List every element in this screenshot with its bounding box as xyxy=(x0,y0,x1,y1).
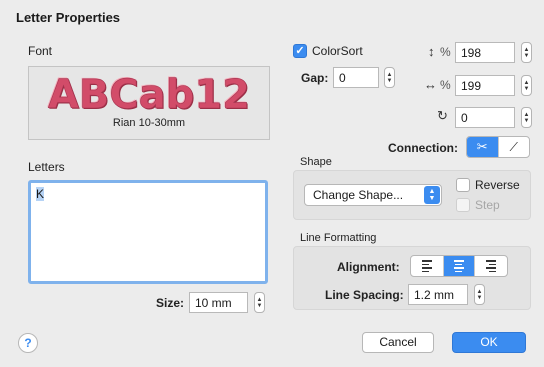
line-icon: ⟋ xyxy=(509,139,518,154)
letters-textarea[interactable]: K xyxy=(28,180,268,284)
height-pct-field[interactable]: 198 xyxy=(455,42,515,63)
line-spacing-label: Line Spacing: xyxy=(325,288,404,302)
width-pct-symbol: % xyxy=(440,78,451,92)
rotation-field[interactable]: 0 xyxy=(455,107,515,128)
reverse-checkbox[interactable] xyxy=(456,178,470,192)
letters-label: Letters xyxy=(28,160,65,174)
font-preview-sample: ABCab12 xyxy=(47,72,251,118)
step-label: Step xyxy=(475,198,500,212)
size-field[interactable]: 10 mm xyxy=(189,292,248,313)
stepper-down-icon: ▼ xyxy=(523,52,530,59)
scissors-icon: ✂ xyxy=(476,139,488,154)
stepper-down-icon: ▼ xyxy=(523,85,530,92)
gap-stepper[interactable]: ▲ ▼ xyxy=(384,67,395,88)
stepper-down-icon: ▼ xyxy=(386,77,393,84)
alignment-label: Alignment: xyxy=(337,260,400,274)
font-label: Font xyxy=(28,44,53,58)
checkmark-icon: ✓ xyxy=(295,45,305,57)
horizontal-scale-icon: ↔ xyxy=(424,77,437,92)
height-pct-stepper[interactable]: ▲ ▼ xyxy=(521,42,532,63)
dialog-title: Letter Properties xyxy=(16,10,121,25)
chevron-updown-icon: ▲ ▼ xyxy=(424,186,440,204)
align-left-icon xyxy=(421,260,432,272)
connection-line-option[interactable]: ⟋ xyxy=(499,137,530,157)
step-checkbox[interactable] xyxy=(456,198,470,212)
stepper-down-icon: ▼ xyxy=(523,117,530,124)
height-pct-symbol: % xyxy=(440,45,451,59)
line-formatting-group-label: Line Formatting xyxy=(300,232,377,244)
align-right-icon xyxy=(486,260,497,272)
font-preview[interactable]: ABCab12 Rian 10-30mm xyxy=(28,66,270,140)
shape-popup[interactable]: Change Shape... ▲ ▼ xyxy=(304,184,442,206)
rotate-icon: ↻ xyxy=(437,108,448,123)
vertical-scale-icon: ↕ xyxy=(428,44,435,59)
width-pct-field[interactable]: 199 xyxy=(455,75,515,96)
connection-label: Connection: xyxy=(388,141,458,155)
size-stepper[interactable]: ▲ ▼ xyxy=(254,292,265,313)
shape-popup-value: Change Shape... xyxy=(313,188,404,202)
cancel-button[interactable]: Cancel xyxy=(362,332,434,353)
colorsort-label: ColorSort xyxy=(312,44,363,58)
align-center-icon xyxy=(453,260,464,272)
help-button[interactable]: ? xyxy=(18,333,38,353)
alignment-segmented[interactable] xyxy=(410,255,508,277)
connection-scissors-option[interactable]: ✂ xyxy=(467,137,499,157)
align-center-option[interactable] xyxy=(443,256,476,276)
width-pct-stepper[interactable]: ▲ ▼ xyxy=(521,75,532,96)
gap-label: Gap: xyxy=(301,71,329,85)
line-spacing-stepper[interactable]: ▲ ▼ xyxy=(474,284,485,305)
shape-group-label: Shape xyxy=(300,156,332,168)
connection-segmented[interactable]: ✂ ⟋ xyxy=(466,136,530,158)
align-right-option[interactable] xyxy=(475,256,507,276)
line-spacing-field[interactable]: 1.2 mm xyxy=(408,284,468,305)
gap-field[interactable]: 0 xyxy=(333,67,379,88)
rotation-stepper[interactable]: ▲ ▼ xyxy=(521,107,532,128)
size-label: Size: xyxy=(156,296,185,310)
font-preview-name: Rian 10-30mm xyxy=(112,117,186,129)
stepper-down-icon: ▼ xyxy=(256,302,263,309)
ok-button[interactable]: OK xyxy=(452,332,526,353)
align-left-option[interactable] xyxy=(411,256,444,276)
reverse-label: Reverse xyxy=(475,178,520,192)
stepper-down-icon: ▼ xyxy=(476,294,483,301)
letters-text: K xyxy=(36,187,45,201)
colorsort-checkbox[interactable]: ✓ xyxy=(293,44,307,58)
